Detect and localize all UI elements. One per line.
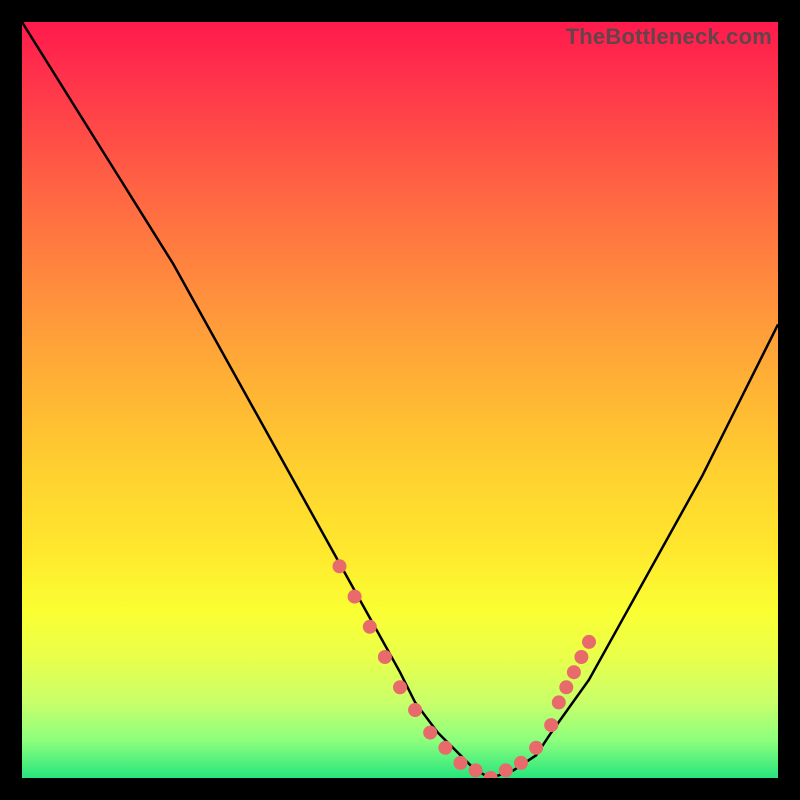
chart-svg (22, 22, 778, 778)
marker-dot (438, 741, 452, 755)
marker-dot (544, 718, 558, 732)
marker-dot (499, 763, 513, 777)
marker-dot (333, 559, 347, 573)
marker-dot (393, 680, 407, 694)
marker-dot (574, 650, 588, 664)
marker-dot (423, 726, 437, 740)
marker-dot (552, 695, 566, 709)
marker-dot (567, 665, 581, 679)
marker-dot (454, 756, 468, 770)
marker-dot (378, 650, 392, 664)
marker-dot (348, 590, 362, 604)
marker-dot (469, 763, 483, 777)
marker-dot (408, 703, 422, 717)
marker-dot (363, 620, 377, 634)
marker-dot (514, 756, 528, 770)
marker-dot (582, 635, 596, 649)
curve-line (22, 22, 778, 778)
marker-dot (559, 680, 573, 694)
plot-area: TheBottleneck.com (22, 22, 778, 778)
marker-dot (484, 771, 498, 778)
chart-frame: TheBottleneck.com (0, 0, 800, 800)
marker-dot (529, 741, 543, 755)
